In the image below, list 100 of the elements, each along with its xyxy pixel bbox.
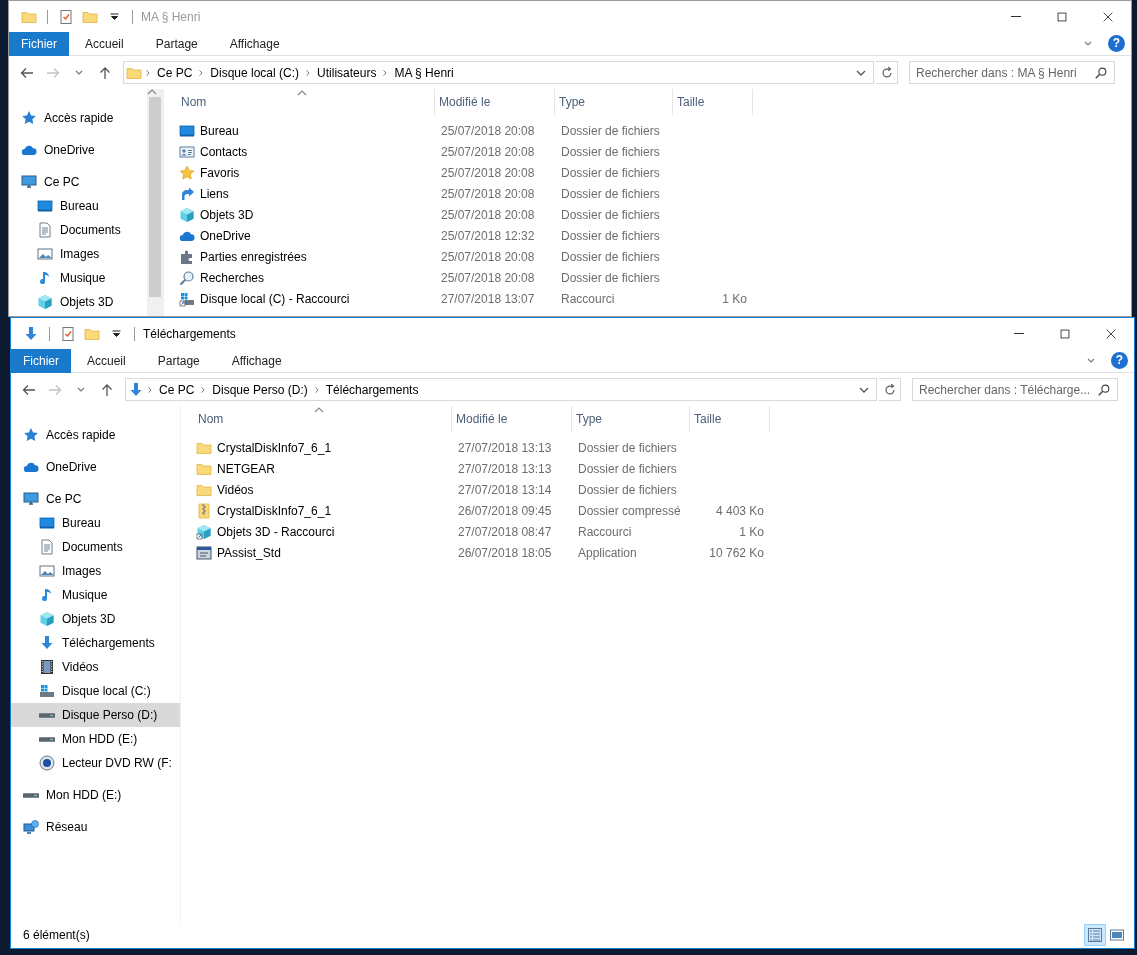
nav-item[interactable]: Disque Perso (D:) — [11, 703, 180, 727]
file-item[interactable]: Disque local (C) - Raccourci — [177, 289, 435, 308]
curved-arrow-icon — [179, 185, 195, 202]
nav-item[interactable]: Documents — [11, 535, 180, 559]
help-button[interactable]: ? — [1111, 352, 1128, 369]
file-item[interactable]: CrystalDiskInfo7_6_1 — [194, 438, 452, 457]
column-header[interactable]: Nom — [177, 89, 435, 115]
file-menu-tab[interactable]: Fichier — [9, 31, 69, 56]
nav-item[interactable]: OneDrive — [11, 455, 180, 479]
ribbon-tab[interactable]: Partage — [141, 348, 216, 373]
nav-item[interactable]: Images — [9, 242, 147, 266]
ribbon-tab[interactable]: Affichage — [213, 31, 296, 56]
nav-item[interactable]: Ce PC — [11, 487, 180, 511]
address-bar[interactable]: Ce PC Disque Perso (D:) Téléchargements — [125, 378, 877, 401]
file-item[interactable]: NETGEAR — [194, 459, 452, 478]
breadcrumb[interactable]: Disque local (C:) — [207, 63, 303, 82]
column-header[interactable]: Taille — [690, 406, 770, 432]
file-item[interactable]: Vidéos — [194, 480, 452, 499]
puzzle-piece-icon — [179, 248, 195, 265]
column-header[interactable]: Modifié le — [452, 406, 572, 432]
nav-item[interactable]: Ce PC — [9, 170, 147, 194]
caret-down-icon — [111, 330, 121, 337]
drive-icon — [39, 683, 55, 699]
nav-item[interactable]: Objets 3D — [9, 290, 147, 314]
search-icon — [1094, 65, 1108, 80]
ribbon-tab[interactable]: Accueil — [69, 31, 140, 56]
cube-shortcut-icon — [196, 523, 212, 540]
file-size: 1 Ko — [738, 523, 765, 541]
column-header[interactable]: Type — [555, 89, 673, 115]
nav-item[interactable]: Mon HDD (E:) — [11, 783, 180, 807]
large-icons-view-icon — [1109, 927, 1125, 943]
cube-icon — [39, 611, 55, 627]
nav-item[interactable]: Téléchargements — [11, 631, 180, 655]
nav-item[interactable]: Objets 3D — [11, 607, 180, 631]
nav-item[interactable]: Vidéos — [11, 655, 180, 679]
file-item[interactable]: Contacts — [177, 142, 435, 161]
file-type: Dossier de fichiers — [560, 206, 661, 224]
chevron-down-icon — [1087, 358, 1095, 363]
search-field[interactable]: Rechercher dans : Télécharge... — [912, 378, 1118, 401]
chevron-down-icon — [856, 69, 866, 76]
file-item[interactable]: Favoris — [177, 163, 435, 182]
column-header[interactable]: Type — [572, 406, 690, 432]
nav-item[interactable]: OneDrive — [9, 138, 147, 162]
file-type: Dossier de fichiers — [560, 185, 661, 203]
file-item[interactable]: CrystalDiskInfo7_6_1 — [194, 501, 452, 520]
ribbon-tab[interactable]: Accueil — [71, 348, 142, 373]
file-type: Dossier compressé — [577, 502, 682, 520]
help-button[interactable]: ? — [1108, 35, 1125, 52]
nav-item[interactable]: Bureau — [11, 511, 180, 535]
file-item[interactable]: Parties enregistrées — [177, 247, 435, 266]
file-item[interactable]: OneDrive — [177, 226, 435, 245]
scrollbar[interactable] — [147, 89, 163, 316]
nav-item[interactable]: Documents — [9, 218, 147, 242]
file-item[interactable]: Liens — [177, 184, 435, 203]
file-type: Dossier de fichiers — [560, 164, 661, 182]
breadcrumb[interactable]: Ce PC — [154, 63, 196, 82]
nav-item[interactable]: Bureau — [9, 194, 147, 218]
file-type: Dossier de fichiers — [560, 143, 661, 161]
file-type: Dossier de fichiers — [560, 269, 661, 287]
ribbon-tab[interactable]: Affichage — [215, 348, 298, 373]
breadcrumb[interactable]: Disque Perso (D:) — [209, 380, 311, 399]
modified-date: 27/07/2018 13:13 — [457, 439, 553, 457]
star-icon — [179, 164, 195, 181]
nav-item[interactable]: Accès rapide — [11, 423, 180, 447]
modified-date: 27/07/2018 13:14 — [457, 481, 553, 499]
nav-item[interactable]: Disque local (C:) — [11, 679, 180, 703]
address-bar[interactable]: Ce PC Disque local (C:) Utilisateurs MA § Henri — [123, 61, 874, 84]
breadcrumb[interactable]: MA § Henri — [391, 63, 457, 82]
breadcrumb[interactable]: Ce PC — [156, 380, 198, 399]
search-field[interactable]: Rechercher dans : MA § Henri — [909, 61, 1115, 84]
nav-item[interactable]: Mon HDD (E:) — [11, 727, 180, 751]
file-item[interactable]: Bureau — [177, 121, 435, 140]
file-menu-tab[interactable]: Fichier — [11, 348, 71, 373]
column-header[interactable]: Taille — [673, 89, 753, 115]
column-header[interactable]: Nom — [194, 406, 452, 432]
nav-item[interactable]: Accès rapide — [9, 106, 147, 130]
chevron-down-icon — [77, 387, 85, 392]
download-arrow-icon — [39, 635, 55, 651]
file-type: Dossier de fichiers — [560, 227, 661, 245]
file-item[interactable]: PAssist_Std — [194, 543, 452, 562]
desktop-icon — [39, 515, 55, 531]
refresh-button[interactable] — [876, 61, 898, 84]
nav-item[interactable]: Lecteur DVD RW (F: — [11, 751, 180, 775]
breadcrumb[interactable]: Utilisateurs — [314, 63, 380, 82]
nav-item[interactable]: Images — [11, 559, 180, 583]
file-type: Dossier de fichiers — [577, 439, 678, 457]
nav-item[interactable]: Musique — [11, 583, 180, 607]
details-view-button[interactable] — [1084, 924, 1106, 946]
file-item[interactable]: Recherches — [177, 268, 435, 287]
nav-item[interactable]: Musique — [9, 266, 147, 290]
details-view-icon — [1087, 927, 1103, 943]
item-count: 6 élément(s) — [23, 927, 90, 944]
file-item[interactable]: Objets 3D — [177, 205, 435, 224]
breadcrumb[interactable]: Téléchargements — [322, 380, 422, 399]
column-header[interactable]: Modifié le — [435, 89, 555, 115]
refresh-button[interactable] — [879, 378, 901, 401]
star-icon — [21, 110, 37, 126]
nav-item[interactable]: Réseau — [11, 815, 180, 839]
file-item[interactable]: Objets 3D - Raccourci — [194, 522, 452, 541]
ribbon-tab[interactable]: Partage — [139, 31, 214, 56]
